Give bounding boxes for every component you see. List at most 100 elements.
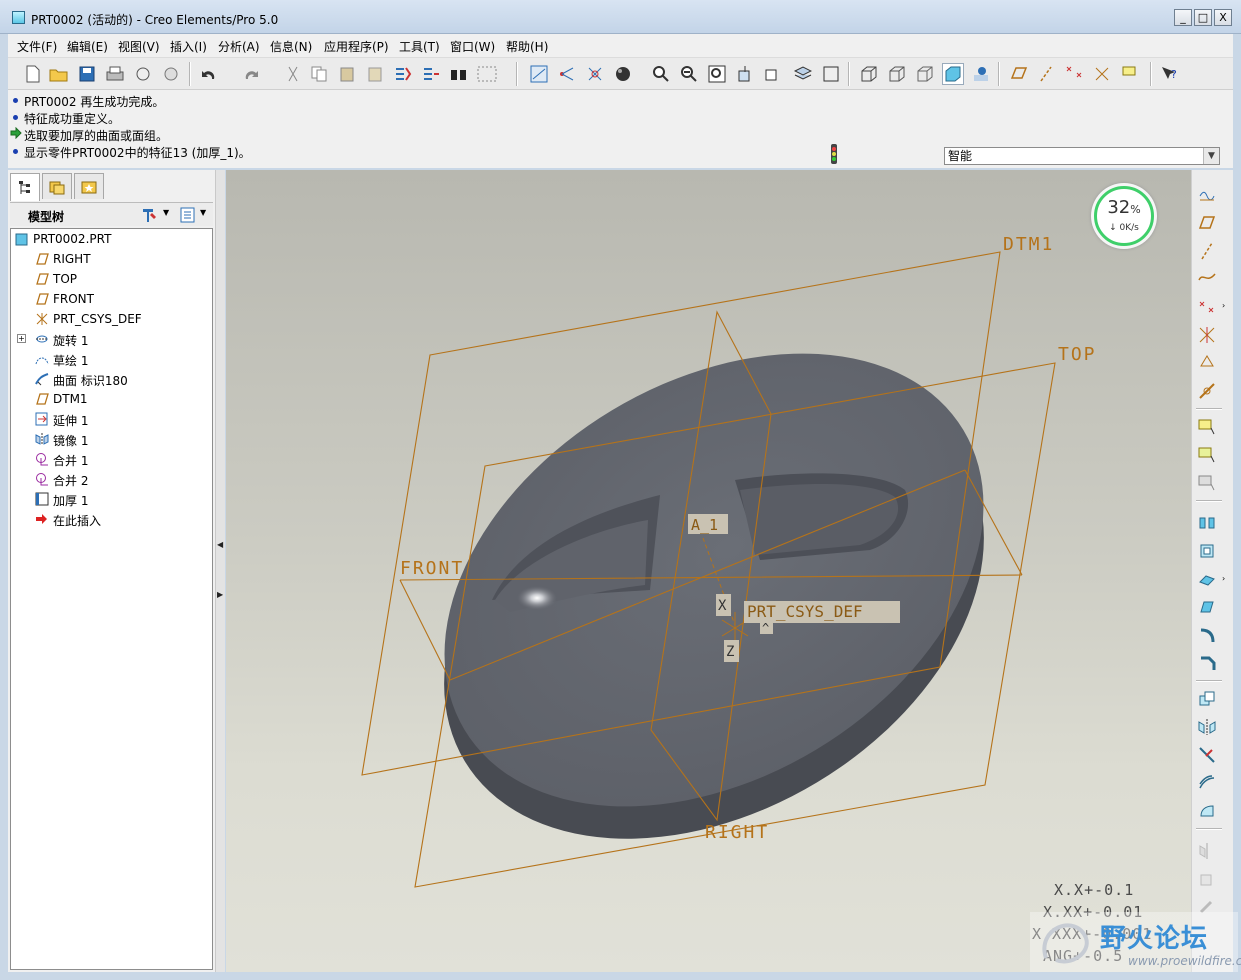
tab-model-tree[interactable] <box>10 173 40 201</box>
tree-item-right[interactable]: RIGHT <box>11 249 211 269</box>
tree-item-dtm1[interactable]: DTM1 <box>11 389 211 409</box>
send-link-icon[interactable] <box>160 63 182 85</box>
dimension-note-icon[interactable] <box>1196 444 1218 466</box>
plane-display-icon[interactable] <box>1008 63 1030 85</box>
save-icon[interactable] <box>76 63 98 85</box>
maximize-button[interactable]: □ <box>1194 9 1212 26</box>
mirror-tool-icon[interactable] <box>1196 716 1218 738</box>
menu-view[interactable]: 视图(V) <box>118 38 160 55</box>
datum-curve-tool-icon[interactable] <box>1196 266 1218 288</box>
annotation-display-icon[interactable] <box>1120 63 1142 85</box>
regen-manager-icon[interactable] <box>420 63 442 85</box>
collapse-left-icon[interactable]: ◀ <box>217 540 223 549</box>
panel-splitter[interactable]: ◀ ▶ <box>215 170 225 972</box>
layers-icon[interactable] <box>792 63 814 85</box>
tree-item-extend[interactable]: 延伸 1 <box>11 409 211 429</box>
graphics-window[interactable]: DTM1 TOP FRONT RIGHT A_1 PRT_CSYS_DEF X … <box>226 170 1191 972</box>
note-tool-icon[interactable] <box>1196 416 1218 438</box>
blend-tool-icon[interactable] <box>1196 596 1218 618</box>
sweep-tool-icon[interactable] <box>1196 568 1218 590</box>
minimize-button[interactable]: _ <box>1174 9 1192 26</box>
shading-icon[interactable] <box>942 63 964 85</box>
reorient-icon[interactable] <box>734 63 756 85</box>
network-speed-widget[interactable]: 32% ↓ 0K/s <box>1091 183 1157 249</box>
fill-tool-icon[interactable] <box>1196 800 1218 822</box>
saved-views-icon[interactable] <box>762 63 784 85</box>
undo-icon[interactable] <box>198 63 220 85</box>
select-box-icon[interactable] <box>476 63 498 85</box>
model-viewport[interactable]: DTM1 TOP FRONT RIGHT A_1 PRT_CSYS_DEF X … <box>226 170 1191 972</box>
chamfer-tool-icon[interactable] <box>1196 652 1218 674</box>
axis-display-icon[interactable] <box>1036 63 1058 85</box>
csys-display-icon[interactable] <box>584 63 606 85</box>
copy-feature-icon[interactable] <box>1196 688 1218 710</box>
view-manager-icon[interactable] <box>820 63 842 85</box>
analysis-feature-icon[interactable] <box>1196 350 1218 372</box>
chevron-down-icon[interactable]: ▼ <box>200 208 206 217</box>
menu-info[interactable]: 信息(N) <box>270 38 312 55</box>
datum-plane-tool-icon[interactable] <box>1196 212 1218 234</box>
context-help-icon[interactable]: ? <box>1158 63 1180 85</box>
tree-item-top[interactable]: TOP <box>11 269 211 289</box>
status-light-icon[interactable] <box>828 143 840 165</box>
paste-special-icon[interactable] <box>364 63 386 85</box>
datum-axis-tool-icon[interactable] <box>1196 240 1218 262</box>
csys-tool-icon[interactable] <box>1196 324 1218 346</box>
tree-item-insert-here[interactable]: 在此插入 <box>11 509 211 529</box>
tree-item-mirror[interactable]: 镜像 1 <box>11 429 211 449</box>
paste-icon[interactable] <box>336 63 358 85</box>
revolve-tool-icon[interactable] <box>1196 540 1218 562</box>
menu-edit[interactable]: 编辑(E) <box>67 38 108 55</box>
close-button[interactable]: X <box>1214 9 1232 26</box>
sketch-tool-icon[interactable] <box>1196 182 1218 204</box>
tree-settings-icon[interactable] <box>140 207 158 223</box>
send-mail-icon[interactable] <box>132 63 154 85</box>
tree-item-thicken[interactable]: 加厚 1 <box>11 489 211 509</box>
tree-item-csys[interactable]: PRT_CSYS_DEF <box>11 309 211 329</box>
open-folder-icon[interactable] <box>48 63 70 85</box>
datum-point-tool-icon[interactable] <box>1196 296 1218 318</box>
tree-item-merge-2[interactable]: 合并 2 <box>11 469 211 489</box>
extrude-tool-icon[interactable] <box>1196 512 1218 534</box>
selection-filter-select[interactable]: 智能 ▼ <box>944 147 1220 165</box>
shading-sphere-icon[interactable] <box>612 63 634 85</box>
copy-icon[interactable] <box>308 63 330 85</box>
menu-help[interactable]: 帮助(H) <box>506 38 548 55</box>
enhanced-realism-icon[interactable] <box>970 63 992 85</box>
wireframe-icon[interactable] <box>858 63 880 85</box>
refit-icon[interactable] <box>706 63 728 85</box>
tree-item-revolve[interactable]: + 旋转 1 <box>11 329 211 349</box>
expand-right-icon[interactable]: ▶ <box>217 590 223 599</box>
chevron-right-icon[interactable]: › <box>1222 574 1225 583</box>
annotation-feature-icon[interactable] <box>1196 472 1218 494</box>
round-tool-icon[interactable] <box>1196 624 1218 646</box>
menu-file[interactable]: 文件(F) <box>17 38 57 55</box>
datum-display-icon[interactable] <box>528 63 550 85</box>
redo-icon[interactable] <box>240 63 262 85</box>
tree-item-surface[interactable]: 曲面 标识180 <box>11 369 211 389</box>
menu-insert[interactable]: 插入(I) <box>170 38 207 55</box>
offset-tool-icon[interactable] <box>1196 772 1218 794</box>
find-icon[interactable] <box>448 63 470 85</box>
print-icon[interactable] <box>104 63 126 85</box>
trim-tool-icon[interactable] <box>1196 744 1218 766</box>
show-options-icon[interactable] <box>180 207 196 223</box>
chevron-down-icon[interactable]: ▼ <box>163 208 169 217</box>
menu-tools[interactable]: 工具(T) <box>399 38 440 55</box>
zoom-out-icon[interactable] <box>678 63 700 85</box>
csys-toggle-icon[interactable] <box>1092 63 1114 85</box>
spin-center-icon[interactable] <box>556 63 578 85</box>
tree-item-front[interactable]: FRONT <box>11 289 211 309</box>
cut-icon[interactable] <box>282 63 304 85</box>
hidden-line-icon[interactable] <box>886 63 908 85</box>
menu-analysis[interactable]: 分析(A) <box>218 38 260 55</box>
menu-window[interactable]: 窗口(W) <box>450 38 495 55</box>
zoom-in-icon[interactable] <box>650 63 672 85</box>
reference-feature-icon[interactable] <box>1196 380 1218 402</box>
tree-item-merge-1[interactable]: 合并 1 <box>11 449 211 469</box>
tree-item-sketch[interactable]: 草绘 1 <box>11 349 211 369</box>
chevron-down-icon[interactable]: ▼ <box>1203 148 1219 164</box>
regenerate-icon[interactable] <box>392 63 414 85</box>
point-display-icon[interactable] <box>1064 63 1086 85</box>
tab-folder-browser[interactable] <box>42 173 72 199</box>
